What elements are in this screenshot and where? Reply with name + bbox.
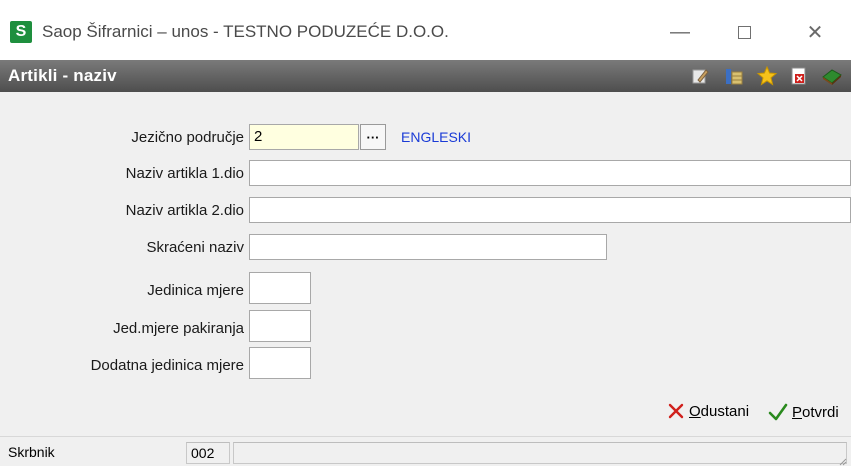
short-name-input[interactable] [249,234,607,260]
unit-of-measure-label: Jedinica mjere [147,282,244,299]
language-area-label: Jezično područje [131,129,244,146]
star-icon[interactable] [755,64,779,88]
button-bar: Odustani Potvrdi [0,388,851,436]
packaging-unit-label: Jed.mjere pakiranja [113,320,244,337]
article-name-part2-input[interactable] [249,197,851,223]
maximize-button[interactable] [724,18,764,46]
confirm-label: Potvrdi [792,404,839,421]
form-header: Artikli - naziv [0,60,851,92]
packaging-unit-input[interactable] [249,310,311,342]
status-bar: Skrbnik 002 [0,436,851,466]
language-name: ENGLESKI [401,129,472,145]
confirm-mnemonic: P [792,403,803,421]
additional-unit-input[interactable] [249,347,311,379]
maximize-icon [737,25,751,39]
status-owner-label: Skrbnik [8,444,55,460]
language-area-input[interactable]: 2 [249,124,359,150]
close-button[interactable]: ✕ [795,18,835,46]
edit-icon[interactable] [688,64,712,88]
short-name-label: Skraćeni naziv [146,239,244,256]
book-icon[interactable] [820,64,844,88]
cancel-mnemonic: O [689,402,701,420]
pdf-icon[interactable] [787,64,811,88]
article-name-part1-label: Naziv artikla 1.dio [125,165,244,182]
article-name-part1-input[interactable] [249,160,851,186]
language-lookup-button[interactable]: ··· [360,124,386,150]
confirm-button[interactable]: Potvrdi [768,402,839,422]
cancel-label-rest: dustani [700,402,750,420]
columns-icon[interactable] [722,64,746,88]
checkmark-icon [768,403,788,421]
app-logo-icon: S [10,21,32,43]
unit-of-measure-input[interactable] [249,272,311,304]
article-name-part2-label: Naziv artikla 2.dio [125,202,244,219]
confirm-label-rest: otvrdi [802,403,839,421]
minimize-button[interactable]: — [660,18,700,46]
resize-grip-icon[interactable] [837,453,847,466]
form-title: Artikli - naziv [8,66,117,85]
cancel-x-icon [668,403,684,419]
cancel-button[interactable]: Odustani [667,402,749,420]
additional-unit-label: Dodatna jedinica mjere [90,357,244,374]
status-message-area [233,442,847,464]
status-code: 002 [186,442,230,464]
form-area: Jezično područje 2 ··· ENGLESKI Naziv ar… [0,92,851,388]
cancel-label: Odustani [689,403,749,420]
title-bar: S Saop Šifrarnici – unos - TESTNO PODUZE… [0,0,851,60]
window-title: Saop Šifrarnici – unos - TESTNO PODUZEĆE… [42,22,449,41]
